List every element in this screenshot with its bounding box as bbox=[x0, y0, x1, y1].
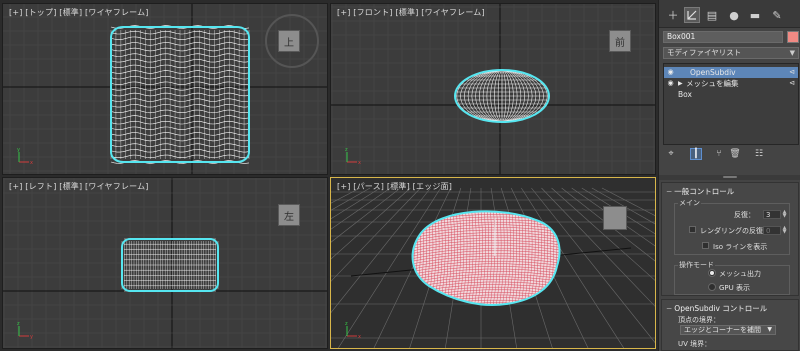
rollout-opensubdiv-title-text: OpenSubdiv コントロール bbox=[674, 304, 768, 313]
stack-item-edit-mesh[interactable]: ◉ ▶ メッシュを編集 ⊲ bbox=[664, 78, 798, 89]
object-color-swatch[interactable] bbox=[787, 31, 799, 43]
axis-label: z bbox=[345, 321, 348, 327]
spinner-arrows-icon[interactable]: ▲ ▼ bbox=[782, 210, 787, 219]
mesh-output-label: メッシュ出力 bbox=[719, 270, 761, 278]
viewcube-front[interactable]: 前 bbox=[609, 30, 631, 52]
display-icon[interactable]: ▬ bbox=[747, 7, 763, 23]
vertex-boundary-label: 頂点の境界： bbox=[678, 316, 720, 324]
axis-label: x bbox=[30, 160, 33, 166]
eye-icon[interactable]: ◉ bbox=[666, 79, 675, 88]
axis-label: x bbox=[358, 160, 361, 166]
motion-icon[interactable]: ● bbox=[726, 7, 742, 23]
viewport-left[interactable]: y z [+] [レフト] [標準] [ワイヤフレーム] 左 bbox=[2, 177, 328, 349]
gpu-display-radio[interactable] bbox=[708, 283, 716, 291]
command-panel-tabs: ＋ ▤ ● ▬ ✎ bbox=[659, 0, 800, 28]
axis-label: y bbox=[17, 147, 20, 153]
group-main-label: メイン bbox=[678, 198, 701, 208]
rollout-general-controls: − 一般コントロール メイン 反復： 3 ▲ ▼ レンダリングの反復： 0 ▲ ▼ I… bbox=[661, 182, 799, 296]
pin-stack-icon[interactable]: ⌖ bbox=[665, 148, 677, 160]
rollout-general-title[interactable]: − 一般コントロール bbox=[666, 186, 734, 197]
pin-icon: ⊲ bbox=[789, 79, 795, 87]
rollout-opensubdiv-title[interactable]: − OpenSubdiv コントロール bbox=[666, 303, 767, 314]
stack-tools: ⌖ ┃ ⑂ 🗑 ☷ bbox=[659, 148, 800, 162]
viewcube-top[interactable]: 上 bbox=[278, 30, 300, 52]
iterations-label: 反復： bbox=[734, 211, 755, 219]
chevron-down-icon: ▼ bbox=[767, 326, 772, 333]
hierarchy-icon[interactable]: ▤ bbox=[704, 7, 720, 23]
chevron-down-icon: ▼ bbox=[789, 49, 795, 57]
iso-lines-label: Iso ラインを表示 bbox=[713, 243, 768, 251]
iso-lines-checkbox[interactable] bbox=[702, 242, 709, 249]
viewport-front[interactable]: xz [+] [フロント] [標準] [ワイヤフレーム] 前 bbox=[330, 3, 656, 175]
render-iterations-label: レンダリングの反復： bbox=[700, 227, 770, 235]
modify-glyph bbox=[687, 10, 697, 20]
axis-label: x bbox=[358, 334, 361, 340]
modify-icon[interactable] bbox=[684, 7, 700, 23]
object-name-field[interactable]: Box001 bbox=[663, 31, 783, 43]
rollout-opensubdiv-controls: − OpenSubdiv コントロール 頂点の境界： エッジとコーナーを補間 ▼ … bbox=[661, 299, 799, 351]
gpu-display-label: GPU 表示 bbox=[719, 284, 750, 292]
vertex-boundary-value: エッジとコーナーを補間 bbox=[684, 326, 761, 334]
create-icon[interactable]: ＋ bbox=[665, 7, 681, 23]
viewcube-perspective[interactable] bbox=[603, 206, 627, 230]
make-unique-icon[interactable]: ⑂ bbox=[713, 148, 725, 160]
render-iterations-spinner[interactable]: 0 bbox=[763, 226, 781, 235]
panel-divider[interactable] bbox=[659, 175, 800, 180]
axis-label: y bbox=[30, 334, 33, 340]
rollout-collapse-icon: − bbox=[666, 304, 673, 313]
axis-label: z bbox=[17, 321, 20, 327]
perspective-view-scene: xz bbox=[331, 178, 655, 348]
stack-item-label: メッシュを編集 bbox=[686, 79, 739, 88]
configure-sets-icon[interactable]: ☷ bbox=[753, 148, 765, 160]
modifier-list-dropdown[interactable]: モディファイヤリスト ▼ bbox=[663, 47, 799, 59]
expand-arrow-icon[interactable]: ▶ bbox=[678, 78, 683, 89]
mesh-output-radio[interactable] bbox=[708, 269, 716, 277]
viewport-top-label[interactable]: [+] [トップ] [標準] [ワイヤフレーム] bbox=[9, 7, 149, 18]
rollout-general-title-text: 一般コントロール bbox=[674, 187, 735, 196]
pin-icon: ⊲ bbox=[789, 68, 795, 76]
remove-modifier-icon[interactable]: 🗑 bbox=[729, 148, 741, 160]
utilities-icon[interactable]: ✎ bbox=[769, 7, 785, 23]
viewport-top[interactable]: x y [+] [トップ] [標準] [ワイヤフレーム] 上 bbox=[2, 3, 328, 175]
modifier-stack: ◉ OpenSubdiv ⊲ ◉ ▶ メッシュを編集 ⊲ Box bbox=[663, 63, 799, 145]
rollout-collapse-icon: − bbox=[666, 187, 673, 196]
divider-handle bbox=[723, 176, 737, 178]
viewport-perspective-label[interactable]: [+] [パース] [標準] [エッジ面] bbox=[337, 181, 452, 192]
stack-item-box[interactable]: Box bbox=[664, 89, 798, 100]
spinner-arrows-icon[interactable]: ▲ ▼ bbox=[782, 226, 787, 235]
stack-item-label: OpenSubdiv bbox=[690, 68, 736, 77]
viewport-perspective[interactable]: xz [+] [パース] [標準] [エッジ面] bbox=[330, 177, 656, 349]
iterations-spinner[interactable]: 3 bbox=[763, 210, 781, 219]
vertex-boundary-dropdown[interactable]: エッジとコーナーを補間 ▼ bbox=[680, 325, 776, 335]
command-panel: ＋ ▤ ● ▬ ✎ Box001 モディファイヤリスト ▼ ◉ OpenSubd… bbox=[658, 0, 800, 351]
eye-icon[interactable]: ◉ bbox=[666, 68, 675, 77]
viewport-front-label[interactable]: [+] [フロント] [標準] [ワイヤフレーム] bbox=[337, 7, 485, 18]
stack-item-opensubdiv[interactable]: ◉ OpenSubdiv ⊲ bbox=[664, 67, 798, 78]
stack-item-label: Box bbox=[678, 90, 692, 99]
viewcube-left[interactable]: 左 bbox=[278, 204, 300, 226]
uv-boundary-label: UV 境界： bbox=[678, 340, 712, 348]
render-iterations-checkbox[interactable] bbox=[689, 226, 696, 233]
axis-label: z bbox=[345, 147, 348, 153]
viewport-left-label[interactable]: [+] [レフト] [標準] [ワイヤフレーム] bbox=[9, 181, 149, 192]
show-end-result-icon[interactable]: ┃ bbox=[690, 148, 702, 160]
front-view-scene: xz bbox=[331, 4, 655, 174]
modifier-list-label: モディファイヤリスト bbox=[667, 48, 742, 57]
